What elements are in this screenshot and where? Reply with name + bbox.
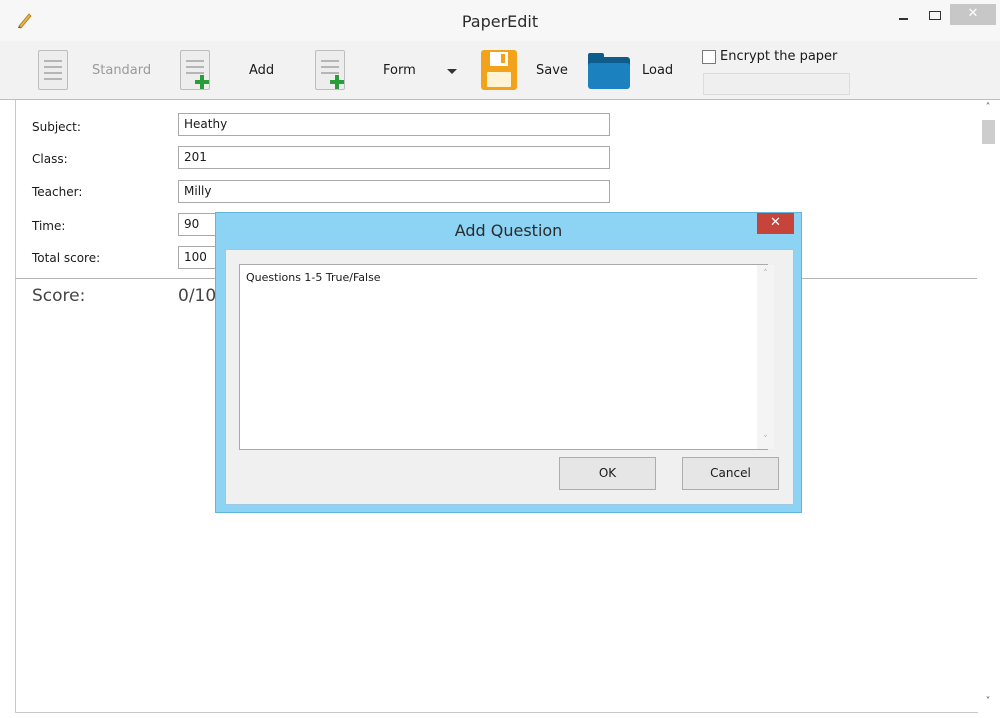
class-input[interactable]: 201 [178, 146, 610, 169]
score-value: 0/10 [178, 286, 217, 306]
score-label: Score: [32, 286, 86, 306]
subject-label: Subject: [32, 120, 81, 134]
dialog-title: Add Question [454, 221, 563, 240]
folder-icon[interactable] [588, 53, 630, 89]
dialog-body: Questions 1-5 True/False ˄ ˅ OK Cancel [225, 249, 794, 505]
floppy-disk-icon[interactable] [481, 50, 517, 90]
encrypt-label: Encrypt the paper [720, 49, 838, 64]
load-button[interactable]: Load [642, 63, 673, 78]
scroll-down-icon[interactable]: ˅ [757, 435, 774, 445]
teacher-label: Teacher: [32, 185, 83, 199]
maximize-button[interactable] [921, 6, 949, 26]
scroll-up-icon[interactable]: ˄ [757, 269, 774, 279]
teacher-input[interactable]: Milly [178, 180, 610, 203]
scroll-up-icon[interactable]: ˄ [978, 102, 998, 116]
password-field[interactable] [703, 73, 850, 95]
plus-icon [195, 75, 209, 89]
title-bar: PaperEdit ✕ [0, 0, 1000, 41]
question-textarea[interactable]: Questions 1-5 True/False ˄ ˅ [239, 264, 774, 450]
document-icon[interactable] [38, 50, 68, 90]
checkbox-box[interactable] [702, 49, 716, 64]
textarea-scrollbar[interactable]: ˄ ˅ [757, 265, 774, 449]
add-document-icon[interactable] [180, 50, 210, 90]
cancel-button[interactable]: Cancel [682, 457, 779, 490]
close-button[interactable]: ✕ [950, 4, 996, 25]
add-question-dialog: Add Question ✕ Questions 1-5 True/False … [215, 212, 802, 513]
standard-button[interactable]: Standard [92, 63, 151, 78]
scrollbar-thumb[interactable] [982, 120, 995, 144]
ok-button[interactable]: OK [559, 457, 656, 490]
form-document-icon[interactable] [315, 50, 345, 90]
time-label: Time: [32, 219, 66, 233]
encrypt-checkbox[interactable]: Encrypt the paper [702, 49, 837, 64]
save-button[interactable]: Save [536, 63, 568, 78]
subject-input[interactable]: Heathy [178, 113, 610, 136]
plus-icon [330, 75, 344, 89]
question-text: Questions 1-5 True/False [246, 271, 381, 284]
form-button[interactable]: Form [383, 63, 416, 78]
minimize-button[interactable] [891, 6, 919, 26]
vertical-scrollbar[interactable]: ˄ ˅ [978, 100, 998, 712]
chevron-down-icon[interactable] [447, 69, 457, 74]
toolbar: Standard Add Form Save Load [0, 41, 1000, 100]
scroll-down-icon[interactable]: ˅ [978, 696, 998, 710]
total-score-label: Total score: [32, 251, 101, 265]
dialog-close-button[interactable]: ✕ [757, 213, 794, 234]
class-label: Class: [32, 152, 68, 166]
window-title: PaperEdit [461, 12, 539, 31]
add-button[interactable]: Add [249, 63, 274, 78]
